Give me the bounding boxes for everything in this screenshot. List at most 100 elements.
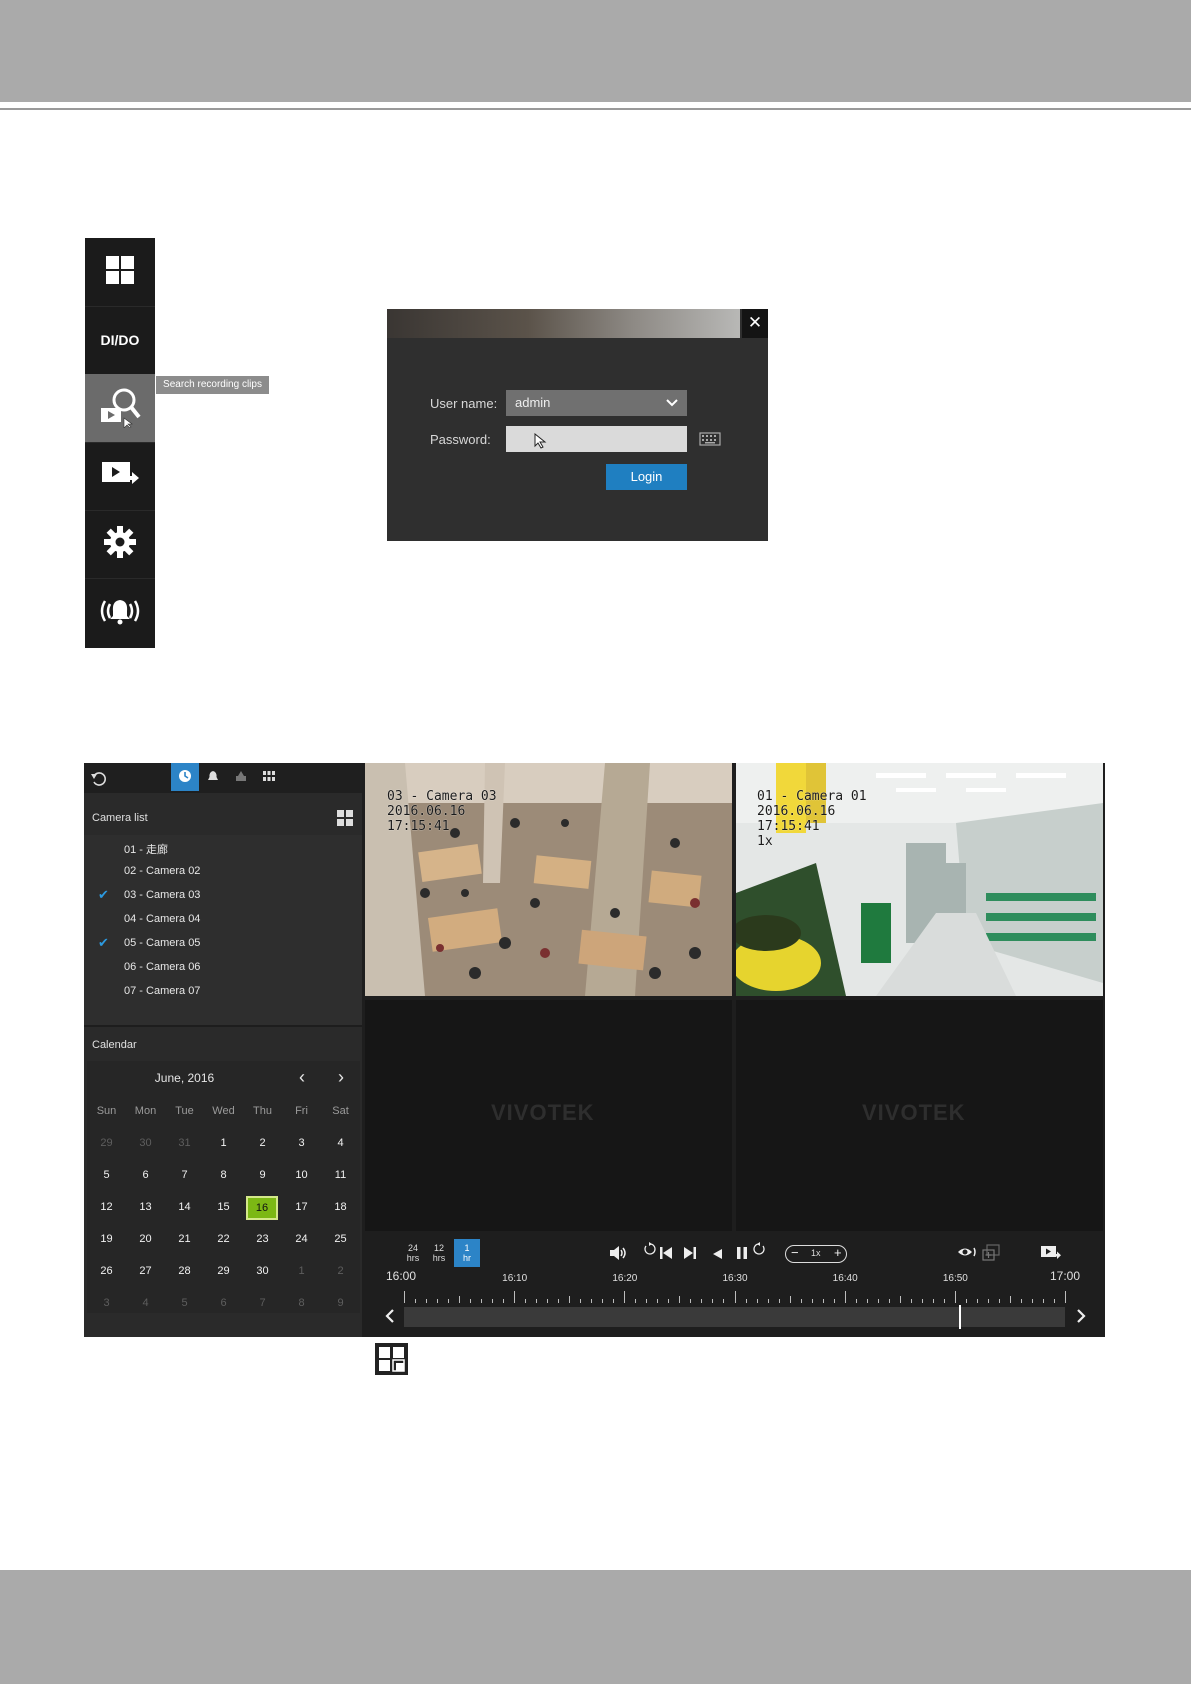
calendar-day[interactable]: 30 [243, 1265, 282, 1277]
search-recording-button[interactable] [85, 374, 155, 443]
calendar-day[interactable]: 22 [204, 1233, 243, 1245]
calendar-day[interactable]: 17 [282, 1201, 321, 1213]
dido-button[interactable]: DI/DO [85, 306, 155, 375]
login-button[interactable]: Login [606, 464, 687, 490]
timeline-tick [1053, 1299, 1055, 1303]
calendar-day-selected[interactable]: 16 [246, 1196, 278, 1220]
timeline-tick [789, 1296, 791, 1303]
timeline-tick [833, 1299, 835, 1303]
calendar-day[interactable]: 20 [126, 1233, 165, 1245]
calendar-day[interactable]: 23 [243, 1233, 282, 1245]
calendar-day[interactable]: 14 [165, 1201, 204, 1213]
pause-icon[interactable] [736, 1246, 748, 1263]
close-button[interactable]: ✕ [742, 309, 768, 338]
camera-list: 01 - 走廊 02 - Camera 02 ✔ 03 - Camera 03 … [84, 835, 362, 1025]
calendar-day[interactable]: 4 [321, 1137, 360, 1149]
weekday-label: Wed [212, 1105, 235, 1117]
camera-label: 03 - Camera 03 [124, 889, 201, 901]
calendar-day[interactable]: 24 [282, 1233, 321, 1245]
video-tile-3[interactable]: VIVOTEK [365, 1000, 732, 1231]
settings-button[interactable] [85, 510, 155, 579]
calendar-day[interactable]: 18 [321, 1201, 360, 1213]
reverse-play-icon[interactable] [711, 1247, 723, 1263]
speed-plus-icon[interactable]: + [834, 1245, 842, 1260]
calendar-day[interactable]: 27 [126, 1265, 165, 1277]
timeline-tick-label: 16:30 [722, 1273, 748, 1284]
timeline-tick-label: 16:50 [942, 1273, 968, 1284]
calendar-day[interactable]: 13 [126, 1201, 165, 1213]
calendar-day[interactable]: 15 [204, 1201, 243, 1213]
timeline-tick [657, 1299, 659, 1303]
calendar-day: 2 [337, 1265, 344, 1277]
export-clip-icon[interactable] [1040, 1245, 1062, 1264]
username-select[interactable]: admin [506, 390, 687, 416]
calendar-day[interactable]: 12 [87, 1201, 126, 1213]
calendar-day[interactable]: 5 [87, 1169, 126, 1181]
forward-10s-icon[interactable] [752, 1242, 766, 1259]
timeline-tick [404, 1291, 405, 1303]
calendar-day[interactable]: 7 [165, 1169, 204, 1181]
calendar-day[interactable]: 25 [321, 1233, 360, 1245]
tab-thumbnails[interactable] [255, 763, 283, 791]
tab-archive[interactable] [227, 763, 255, 791]
osd-speed: 1x [757, 834, 773, 849]
calendar-day[interactable]: 21 [165, 1233, 204, 1245]
calendar-day: 5 [181, 1297, 188, 1309]
timeline-next-icon[interactable] [1076, 1308, 1086, 1327]
calendar-day[interactable]: 1 [204, 1137, 243, 1149]
layout-switch-icon [375, 1343, 408, 1375]
range-12h-button[interactable]: 12 hrs [426, 1239, 452, 1267]
alarm-button[interactable] [85, 578, 155, 648]
calendar-day[interactable]: 9 [243, 1169, 282, 1181]
speed-minus-icon[interactable]: − [791, 1245, 799, 1260]
calendar-day[interactable]: 26 [87, 1265, 126, 1277]
range-1h-button[interactable]: 1 hr [454, 1239, 480, 1267]
calendar-day[interactable]: 2 [243, 1137, 282, 1149]
calendar-day[interactable]: 8 [204, 1169, 243, 1181]
timeline-track[interactable] [404, 1307, 1065, 1327]
eye-icon[interactable] [957, 1245, 979, 1262]
prev-month-button[interactable]: ‹ [299, 1067, 305, 1088]
layout-button[interactable] [85, 238, 155, 307]
calendar-day[interactable]: 19 [87, 1233, 126, 1245]
cursor-icon [534, 432, 548, 454]
range-value: 12 [433, 1243, 444, 1253]
playback-export-button[interactable] [85, 442, 155, 511]
camera-label: 02 - Camera 02 [124, 865, 201, 877]
skip-back-icon[interactable] [659, 1246, 673, 1263]
calendar-day[interactable]: 3 [282, 1137, 321, 1149]
calendar-month: June, 2016 [154, 1071, 215, 1085]
timeline-tick [910, 1299, 912, 1303]
video-export-icon [100, 459, 140, 494]
timeline-end: 17:00 [1050, 1269, 1081, 1283]
back-icon[interactable] [90, 770, 106, 791]
add-snapshot-icon[interactable] [982, 1244, 1000, 1265]
timeline-tick-label: 16:40 [832, 1273, 858, 1284]
range-24h-button[interactable]: 24 hrs [400, 1239, 426, 1267]
timeline-playhead[interactable] [959, 1305, 962, 1329]
timeline-tick [954, 1291, 956, 1303]
tab-time[interactable] [171, 763, 199, 791]
video-tile-1[interactable]: 03 - Camera 03 2016.06.16 17:15:41 [365, 763, 732, 996]
range-value: 24 [407, 1243, 418, 1253]
timeline-tick [426, 1299, 428, 1303]
calendar-day[interactable]: 28 [165, 1265, 204, 1277]
camera-layout-icon[interactable] [337, 810, 353, 831]
calendar-day[interactable]: 6 [126, 1169, 165, 1181]
video-tile-2[interactable]: 01 - Camera 01 2016.06.16 17:15:41 1x [736, 763, 1103, 996]
rewind-10s-icon[interactable] [643, 1242, 657, 1259]
next-month-button[interactable]: › [338, 1067, 344, 1088]
volume-icon[interactable] [609, 1245, 627, 1264]
tab-events[interactable] [199, 763, 227, 791]
timeline-prev-icon[interactable] [385, 1308, 395, 1327]
skip-forward-icon[interactable] [683, 1246, 697, 1263]
video-tile-4[interactable]: VIVOTEK [736, 1000, 1103, 1231]
calendar-day[interactable]: 29 [204, 1265, 243, 1277]
timeline-tick [635, 1299, 637, 1303]
keyboard-icon[interactable] [699, 431, 721, 452]
calendar-day[interactable]: 11 [321, 1169, 360, 1181]
username-label: User name: [430, 396, 498, 411]
calendar-day[interactable]: 10 [282, 1169, 321, 1181]
weekday-label: Fri [295, 1105, 308, 1117]
speed-control[interactable]: − 1x + [785, 1245, 847, 1263]
